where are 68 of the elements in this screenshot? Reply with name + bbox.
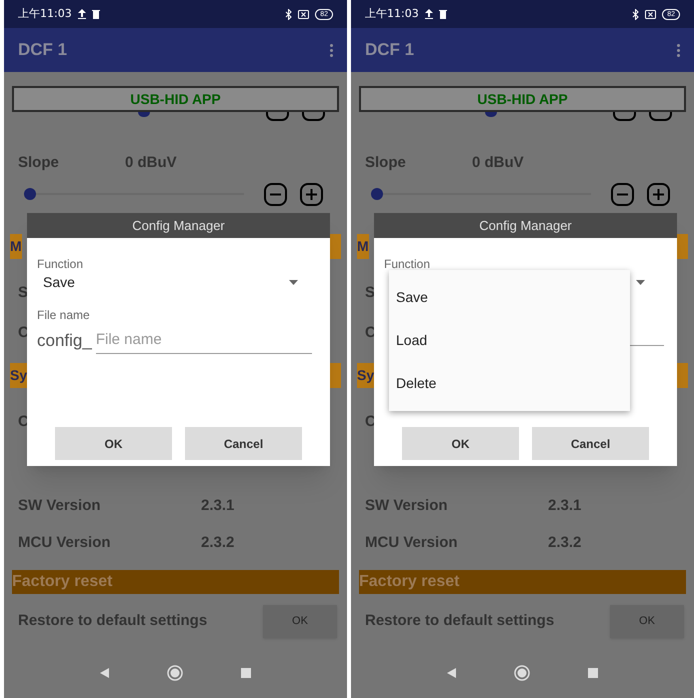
- dialog-button[interactable]: Cancel: [532, 427, 649, 460]
- back-icon[interactable]: [100, 668, 109, 678]
- minus-icon[interactable]: [264, 182, 287, 206]
- field-label: Function: [37, 258, 84, 270]
- dropdown-field[interactable]: Save: [37, 270, 320, 294]
- sim-icon: [645, 10, 656, 18]
- plus-icon[interactable]: [647, 182, 670, 206]
- plus-icon[interactable]: [300, 182, 323, 206]
- dropdown-option[interactable]: Load: [389, 319, 630, 362]
- setting-label: Restore to default settings: [18, 610, 208, 631]
- app-title: DCF 1: [18, 39, 68, 62]
- dialog-title: Config Manager: [374, 213, 677, 238]
- setting-value: 2.3.1: [201, 496, 234, 516]
- setting-value: 0 dBuV: [125, 152, 177, 173]
- dropdown-value[interactable]: Save: [43, 272, 75, 292]
- app-banner: USB-HID APP: [359, 86, 686, 112]
- dropdown-caret-icon[interactable]: [636, 280, 645, 285]
- field-label: Function: [384, 258, 432, 270]
- setting-label: S: [365, 282, 376, 303]
- file-name-field[interactable]: File name: [96, 329, 312, 354]
- setting-value: 2.3.2: [201, 533, 234, 554]
- status-time: 上午11:03: [365, 6, 419, 22]
- trash-icon: [438, 9, 447, 19]
- sim-icon: [298, 10, 310, 18]
- setting-label: MCU Version: [365, 533, 459, 554]
- dialog-title: Config Manager: [27, 213, 330, 238]
- dropdown-option[interactable]: Delete: [389, 362, 630, 405]
- setting-label: S: [18, 282, 28, 303]
- setting-label: Slope: [18, 152, 60, 173]
- slider-thumb[interactable]: [138, 112, 150, 117]
- slider-thumb[interactable]: [371, 188, 383, 200]
- setting-value: 0 dBuV: [472, 152, 524, 173]
- dialog-button[interactable]: OK: [55, 427, 172, 460]
- slider-thumb[interactable]: [485, 112, 497, 117]
- back-icon[interactable]: [447, 668, 456, 678]
- more-menu-icon[interactable]: [677, 44, 680, 56]
- section-header: M: [10, 234, 22, 259]
- home-icon[interactable]: [514, 665, 530, 681]
- setting-value: 2.3.2: [548, 533, 582, 554]
- upload-icon: [78, 9, 86, 19]
- file-prefix: config_: [37, 330, 92, 352]
- minus-icon[interactable]: [611, 182, 634, 206]
- more-menu-icon[interactable]: [330, 44, 333, 56]
- slider-thumb[interactable]: [24, 188, 36, 200]
- dialog-button[interactable]: Cancel: [185, 427, 302, 460]
- status-time: 上午11:03: [18, 6, 72, 22]
- trash-icon: [92, 9, 100, 19]
- setting-label: SW Version: [18, 496, 102, 516]
- dialog-button[interactable]: OK: [402, 427, 519, 460]
- dropdown-option[interactable]: Save: [389, 276, 630, 319]
- section-header: Factory reset: [12, 570, 339, 594]
- setting-value: 2.3.1: [548, 496, 582, 516]
- upload-icon: [424, 9, 433, 19]
- section-header: Sy: [10, 363, 28, 388]
- home-icon[interactable]: [167, 665, 183, 681]
- app-banner: USB-HID APP: [12, 86, 339, 112]
- setting-label: Restore to default settings: [365, 610, 554, 631]
- section-header: Factory reset: [359, 570, 686, 594]
- bluetooth-icon: [285, 8, 292, 20]
- setting-label: SW Version: [365, 496, 449, 516]
- dropdown-caret-icon[interactable]: [289, 280, 298, 285]
- section-header: M: [357, 234, 369, 259]
- bluetooth-icon: [632, 8, 640, 20]
- field-label: File name: [37, 307, 91, 324]
- setting-label: Slope: [365, 152, 407, 173]
- app-title: DCF 1: [365, 39, 416, 62]
- setting-label: MCU Version: [18, 533, 112, 554]
- section-header: Sy: [357, 363, 374, 388]
